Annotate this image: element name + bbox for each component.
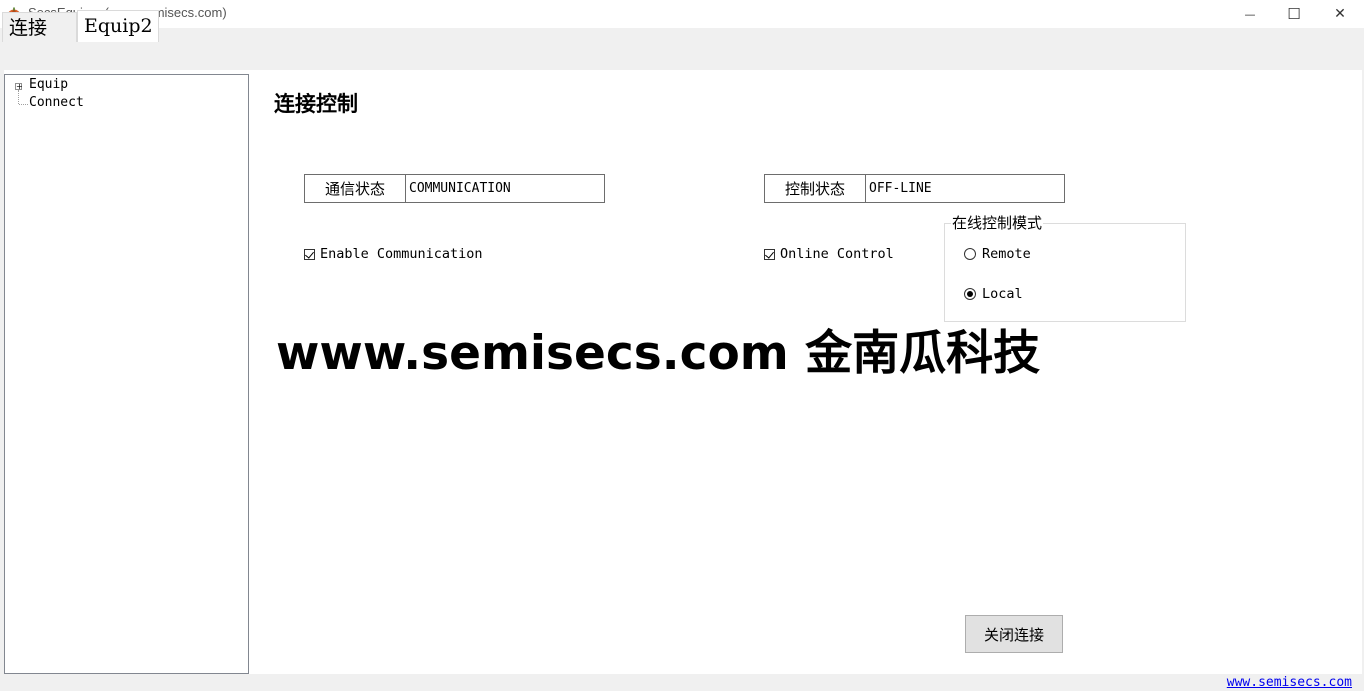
comm-status-value: COMMUNICATION — [409, 181, 511, 196]
tree-connector — [19, 104, 28, 105]
tree-connector — [18, 90, 19, 104]
maximize-icon: ☐ — [1287, 5, 1301, 23]
tree-item-equip[interactable]: Equip — [29, 77, 68, 92]
control-status-box: 控制状态 OFF-LINE — [764, 174, 1065, 203]
radio-remote-label: Remote — [982, 246, 1031, 262]
title-bar: SecsEquip (www.semisecs.com) — ☐ ✕ — [0, 0, 1364, 28]
maximize-button[interactable]: ☐ — [1271, 0, 1317, 28]
control-status-value: OFF-LINE — [869, 181, 932, 196]
website-link[interactable]: www.semisecs.com — [1227, 675, 1352, 690]
checkbox-checked-icon[interactable] — [764, 248, 775, 260]
comm-status-label: 通信状态 — [305, 175, 406, 202]
watermark-text: www.semisecs.com 金南瓜科技 — [276, 326, 1041, 381]
close-icon: ✕ — [1334, 6, 1346, 22]
online-control-label: Online Control — [780, 246, 894, 262]
online-mode-group — [944, 223, 1186, 322]
minimize-button[interactable]: — — [1227, 0, 1273, 28]
expand-icon[interactable]: + — [15, 83, 23, 91]
radio-local-label: Local — [982, 286, 1023, 302]
radio-remote[interactable]: Remote — [964, 246, 1031, 262]
status-bar: www.semisecs.com — [0, 674, 1364, 691]
enable-communication-label: Enable Communication — [320, 246, 483, 262]
tree-view[interactable]: + Equip Connect — [4, 74, 249, 674]
tree-item-connect[interactable]: Connect — [29, 95, 84, 110]
page-title: 连接控制 — [274, 92, 358, 116]
online-mode-legend: 在线控制模式 — [951, 212, 1044, 233]
online-control-checkbox[interactable]: Online Control — [764, 246, 894, 262]
minimize-icon: — — [1244, 7, 1256, 21]
tab-connect[interactable]: 连接 — [2, 12, 77, 42]
enable-communication-checkbox[interactable]: Enable Communication — [304, 246, 483, 262]
tab-bar — [0, 28, 1364, 74]
radio-local[interactable]: Local — [964, 286, 1023, 302]
tab-equip2[interactable]: Equip2 — [77, 10, 159, 42]
comm-status-box: 通信状态 COMMUNICATION — [304, 174, 605, 203]
radio-selected-icon[interactable] — [964, 288, 976, 300]
radio-unselected-icon[interactable] — [964, 248, 976, 260]
checkbox-checked-icon[interactable] — [304, 248, 315, 260]
close-connection-button[interactable]: 关闭连接 — [965, 615, 1063, 653]
close-window-button[interactable]: ✕ — [1317, 0, 1363, 28]
control-status-label: 控制状态 — [765, 175, 866, 202]
